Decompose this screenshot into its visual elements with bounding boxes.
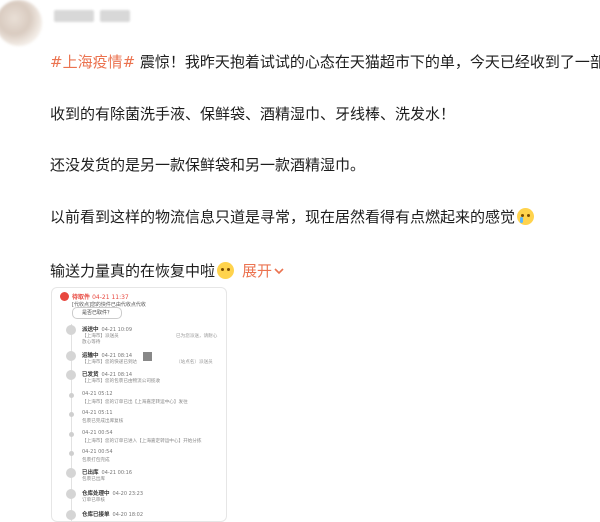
post-line-2: 收到的有除菌洗手液、保鲜袋、酒精湿巾、牙线棒、洗发水！: [50, 105, 456, 123]
post-text-1: 震惊！我昨天抱着试试的心态在天猫超市下的单，今天已经收到了一部分: [135, 53, 600, 71]
username-blurred[interactable]: [54, 10, 94, 22]
crying-emoji-icon: [517, 208, 535, 225]
post-line-5: 输送力量真的在恢复中啦 展开: [50, 261, 284, 281]
shipped-icon: [66, 370, 76, 380]
expand-button[interactable]: 展开: [242, 262, 284, 280]
tracking-screenshot-image[interactable]: 待取件 04-21 11:37 [代收点]您的快件已由代收点代收 是否已取件？ …: [51, 287, 227, 522]
hashtag-link[interactable]: #上海疫情#: [50, 53, 135, 71]
truck-icon: [66, 351, 76, 361]
delivery-icon: [66, 325, 76, 335]
post-text-5: 输送力量真的在恢复中啦: [50, 262, 216, 280]
tracking-status: 待取件 04-21 11:37: [72, 294, 129, 301]
post-line-3: 还没发货的是另一款保鲜袋和另一款酒精湿巾。: [50, 156, 366, 174]
post-line-4: 以前看到这样的物流信息只道是寻常，现在居然看得有点燃起来的感觉: [50, 207, 535, 227]
warehouse-out-icon: [66, 468, 76, 478]
order-accepted-icon: [66, 510, 76, 520]
expand-label: 展开: [242, 262, 273, 280]
warehouse-icon: [66, 489, 76, 499]
pickup-confirm-button: 是否已取件？: [72, 307, 122, 319]
product-thumbnail: [143, 352, 152, 361]
package-icon: [60, 292, 69, 301]
excited-emoji-icon: [217, 262, 235, 279]
avatar[interactable]: [0, 0, 42, 46]
post-text-4: 以前看到这样的物流信息只道是寻常，现在居然看得有点燃起来的感觉: [50, 208, 516, 226]
chevron-down-icon: [274, 268, 284, 275]
post-line-1: #上海疫情# 震惊！我昨天抱着试试的心态在天猫超市下的单，今天已经收到了一部分: [50, 52, 600, 72]
username-blurred-2: [100, 10, 130, 22]
